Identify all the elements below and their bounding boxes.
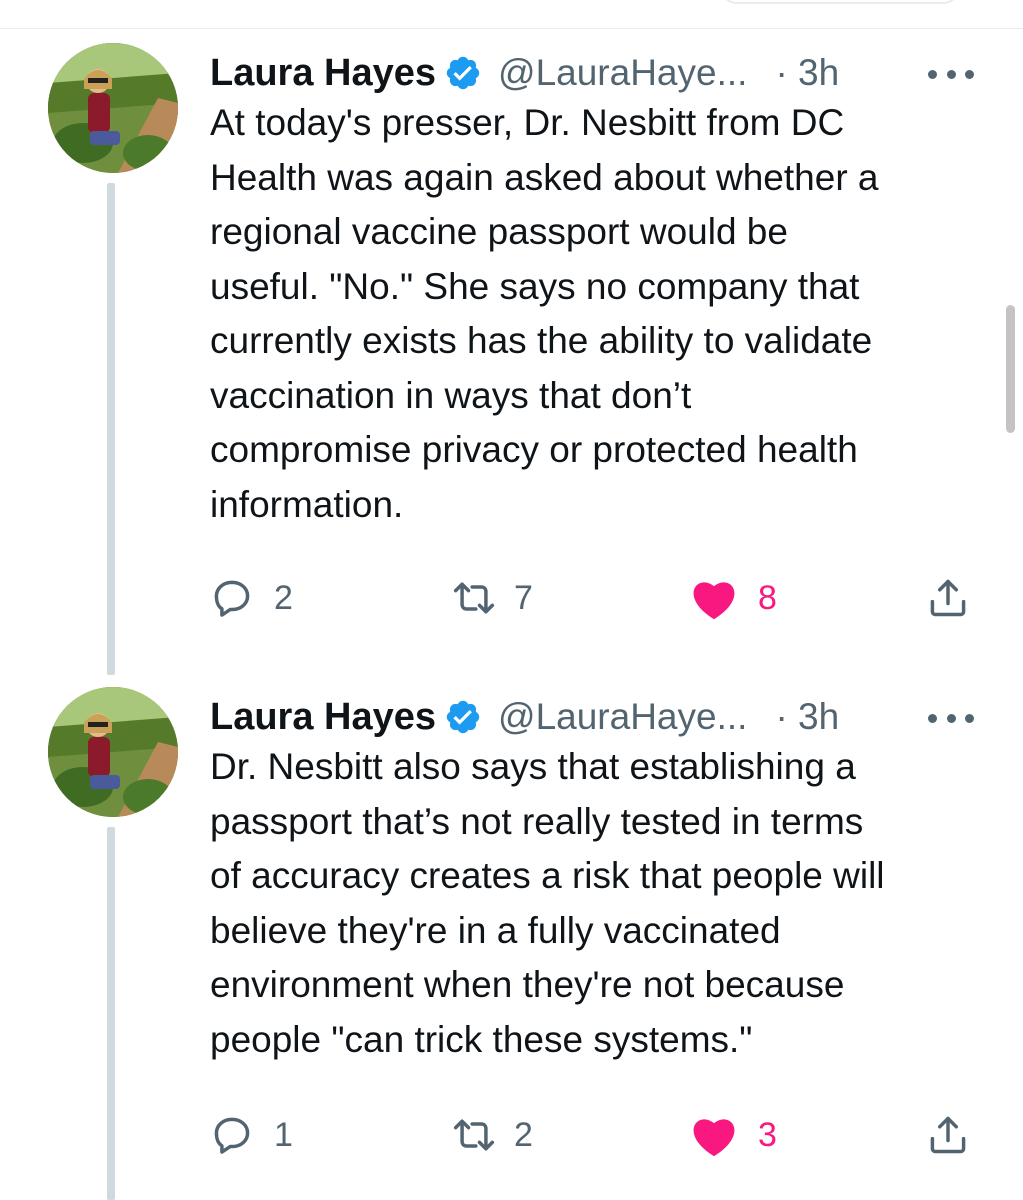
author-name[interactable]: Laura Hayes bbox=[210, 52, 436, 95]
share-button[interactable] bbox=[926, 1110, 970, 1160]
reply-count: 1 bbox=[274, 1115, 293, 1154]
like-button[interactable]: 8 bbox=[690, 573, 777, 623]
top-pill-button[interactable] bbox=[720, 0, 960, 4]
retweet-count: 7 bbox=[514, 578, 533, 617]
like-button[interactable]: 3 bbox=[690, 1110, 777, 1160]
like-count: 8 bbox=[758, 578, 777, 617]
reply-icon bbox=[210, 576, 254, 620]
retweet-count: 2 bbox=[514, 1115, 533, 1154]
like-count: 3 bbox=[758, 1115, 777, 1154]
retweet-button[interactable]: 7 bbox=[450, 573, 533, 623]
verified-badge-icon bbox=[444, 698, 482, 736]
author-handle[interactable]: @LauraHaye... bbox=[498, 696, 747, 738]
more-icon[interactable] bbox=[928, 66, 974, 82]
tweet-header: Laura Hayes @LauraHaye... · 3h bbox=[210, 48, 839, 98]
timestamp[interactable]: · 3h bbox=[775, 696, 839, 738]
retweet-button[interactable]: 2 bbox=[450, 1110, 533, 1160]
tweet-header: Laura Hayes @LauraHaye... · 3h bbox=[210, 692, 839, 742]
action-bar: 1 2 3 bbox=[210, 1110, 990, 1160]
tweet-text: Dr. Nesbitt also says that establishing … bbox=[210, 746, 885, 1060]
avatar[interactable] bbox=[48, 687, 178, 817]
reply-button[interactable]: 2 bbox=[210, 573, 293, 623]
tweet-text: At today's presser, Dr. Nesbitt from DC … bbox=[210, 102, 879, 525]
retweet-icon bbox=[450, 576, 498, 620]
author-name[interactable]: Laura Hayes bbox=[210, 696, 436, 739]
reply-count: 2 bbox=[274, 578, 293, 617]
author-handle[interactable]: @LauraHaye... bbox=[498, 52, 747, 94]
like-icon bbox=[690, 1113, 738, 1157]
more-icon[interactable] bbox=[928, 710, 974, 726]
avatar[interactable] bbox=[48, 43, 178, 173]
reply-button[interactable]: 1 bbox=[210, 1110, 293, 1160]
reply-icon bbox=[210, 1113, 254, 1157]
top-divider bbox=[0, 28, 1023, 29]
retweet-icon bbox=[450, 1113, 498, 1157]
thread-line bbox=[107, 183, 115, 675]
share-icon bbox=[926, 1113, 970, 1157]
share-button[interactable] bbox=[926, 573, 970, 623]
share-icon bbox=[926, 576, 970, 620]
thread-line bbox=[107, 827, 115, 1200]
like-icon bbox=[690, 576, 738, 620]
scrollbar[interactable] bbox=[1006, 305, 1015, 433]
timestamp[interactable]: · 3h bbox=[775, 52, 839, 94]
verified-badge-icon bbox=[444, 54, 482, 92]
action-bar: 2 7 8 bbox=[210, 573, 990, 623]
